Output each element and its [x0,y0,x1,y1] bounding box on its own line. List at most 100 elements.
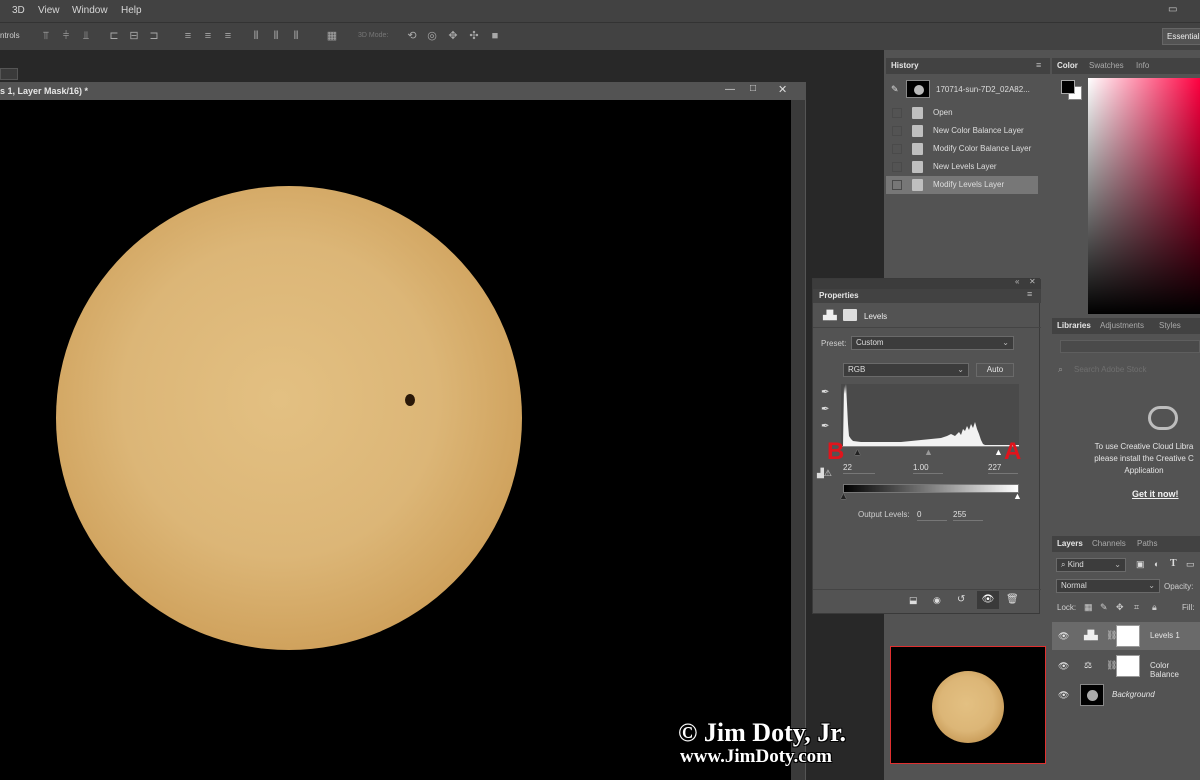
output-black-field[interactable]: 0 [917,510,947,521]
tab-history[interactable]: History [891,61,919,70]
navigator-preview[interactable] [890,646,1046,764]
layer-mask-icon[interactable] [843,309,857,321]
layer-row-levels[interactable]: 👁︎ ▟▙ ⛓︎ Levels 1 [1052,622,1200,650]
align-vcenter-icon[interactable]: ⫩ [60,30,72,42]
tab-swatches[interactable]: Swatches [1089,61,1124,70]
toggle-visibility-icon[interactable]: 👁︎ [977,591,999,609]
filter-type-icon[interactable]: T [1170,558,1177,569]
menu-help[interactable]: Help [121,5,142,16]
panel-menu-icon[interactable]: ≡ [1027,289,1032,299]
menu-view[interactable]: View [38,5,60,16]
foreground-color-swatch[interactable] [1061,80,1075,94]
3d-slide-icon[interactable]: ✣ [468,30,480,42]
distribute-bottom-icon[interactable]: ≡ [222,30,234,42]
history-item[interactable]: New Levels Layer [886,158,1038,176]
menu-3d[interactable]: 3D [12,5,25,16]
input-white-slider[interactable]: ▲ [994,447,1003,457]
delete-icon[interactable]: 🗑︎ [1006,594,1019,605]
output-white-field[interactable]: 255 [953,510,983,521]
white-point-eyedropper-icon[interactable]: ✒ [821,421,829,432]
history-item[interactable]: Modify Color Balance Layer [886,140,1038,158]
history-source-checkbox[interactable] [892,144,902,154]
blend-mode-select[interactable]: Normal ⌄ [1056,579,1160,593]
tab-styles[interactable]: Styles [1159,321,1181,330]
distribute-right-icon[interactable]: ⦀ [290,30,302,42]
show-transform-controls-label[interactable]: ntrols [0,31,20,40]
view-previous-state-icon[interactable]: ◉ [933,595,941,606]
workspace-menu-icon[interactable]: ▭ [1168,4,1182,16]
history-source-checkbox[interactable] [892,108,902,118]
layer-row-background[interactable]: 👁︎ Background [1052,681,1200,709]
input-black-slider[interactable]: ▲ [853,447,862,457]
tab-adjustments[interactable]: Adjustments [1100,321,1144,330]
workspace-switcher[interactable]: Essentials [1162,28,1200,45]
channel-select[interactable]: RGB ⌄ [843,363,969,377]
levels-adjustment-icon[interactable]: ▟▙ [823,310,837,321]
document-tab-stub[interactable] [0,68,18,80]
output-white-slider[interactable]: ▲ [1013,491,1022,501]
tab-paths[interactable]: Paths [1137,539,1157,548]
history-item[interactable]: New Color Balance Layer [886,122,1038,140]
3d-roll-icon[interactable]: ◎ [426,30,438,42]
preset-select[interactable]: Custom ⌄ [851,336,1014,350]
history-snapshot[interactable]: ✎ 170714-sun-7D2_02A82... [886,78,1038,100]
collapse-icon[interactable]: « [1015,277,1019,286]
history-item[interactable]: Modify Levels Layer [886,176,1038,194]
history-source-checkbox[interactable] [892,126,902,136]
layer-row-color-balance[interactable]: 👁︎ ⚖ ⛓︎ Color Balance [1052,652,1200,680]
distribute-left-icon[interactable]: ⦀ [250,30,262,42]
align-top-icon[interactable]: ⫪ [40,30,52,42]
tab-libraries[interactable]: Libraries [1057,321,1091,330]
tab-properties[interactable]: Properties [819,291,859,300]
align-bottom-icon[interactable]: ⫫ [80,30,92,42]
close-panel-icon[interactable]: ✕ [1029,277,1036,286]
clip-to-layer-icon[interactable]: ⬓ [909,595,918,606]
align-right-icon[interactable]: ⊐ [148,30,160,42]
black-point-eyedropper-icon[interactable]: ✒ [821,387,829,398]
lock-artboard-icon[interactable]: ⌗ [1134,602,1139,613]
auto-align-icon[interactable]: ▦ [326,30,338,42]
history-item[interactable]: Open [886,104,1038,122]
lock-transparent-icon[interactable]: ▦ [1084,602,1093,613]
align-left-icon[interactable]: ⊏ [108,30,120,42]
reset-icon[interactable]: ↺ [957,594,965,605]
lock-position-icon[interactable]: ✥ [1116,602,1124,613]
distribute-vcenter-icon[interactable]: ≡ [202,30,214,42]
input-white-field[interactable]: 227 [988,463,1018,474]
filter-pixel-icon[interactable]: ▣ [1136,559,1145,570]
lock-image-icon[interactable]: ✎ [1100,602,1108,613]
layer-mask-thumbnail[interactable] [1116,655,1140,677]
tab-layers[interactable]: Layers [1057,539,1083,548]
get-it-now-link[interactable]: Get it now! [1132,489,1179,499]
minimize-icon[interactable]: — [725,84,735,95]
tab-info[interactable]: Info [1136,61,1149,70]
3d-rotate-icon[interactable]: ⟲ [406,30,418,42]
tab-channels[interactable]: Channels [1092,539,1126,548]
layer-filter-kind[interactable]: ⌕ Kind ⌄ [1056,558,1126,572]
close-icon[interactable]: ✕ [778,83,787,96]
align-hcenter-icon[interactable]: ⊟ [128,30,140,42]
3d-scale-icon[interactable]: ■ [489,30,501,42]
gray-point-eyedropper-icon[interactable]: ✒ [821,404,829,415]
document-scrollbar[interactable] [791,100,805,780]
maximize-icon[interactable]: □ [750,83,756,94]
menu-window[interactable]: Window [72,5,108,16]
stock-search-input[interactable]: Search Adobe Stock [1074,365,1147,374]
layer-mask-thumbnail[interactable] [1116,625,1140,647]
visibility-eye-icon[interactable]: 👁︎ [1058,661,1069,672]
visibility-eye-icon[interactable]: 👁︎ [1058,631,1069,642]
filter-shape-icon[interactable]: ▭ [1186,559,1195,570]
input-gamma-slider[interactable]: ▲ [924,447,933,457]
input-black-field[interactable]: 22 [843,463,875,474]
history-source-checkbox[interactable] [892,180,902,190]
distribute-hcenter-icon[interactable]: ⦀ [270,30,282,42]
auto-button[interactable]: Auto [976,363,1014,377]
clipping-warning-icon[interactable]: ▟⚠ [817,468,832,479]
filter-adjustment-icon[interactable]: ◐ [1154,559,1159,569]
visibility-eye-icon[interactable]: 👁︎ [1058,690,1069,701]
output-black-slider[interactable]: ▲ [839,491,848,501]
history-source-checkbox[interactable] [892,162,902,172]
3d-drag-icon[interactable]: ✥ [447,30,459,42]
library-select[interactable] [1060,340,1200,353]
lock-all-icon[interactable]: 🔒︎ [1152,602,1157,613]
